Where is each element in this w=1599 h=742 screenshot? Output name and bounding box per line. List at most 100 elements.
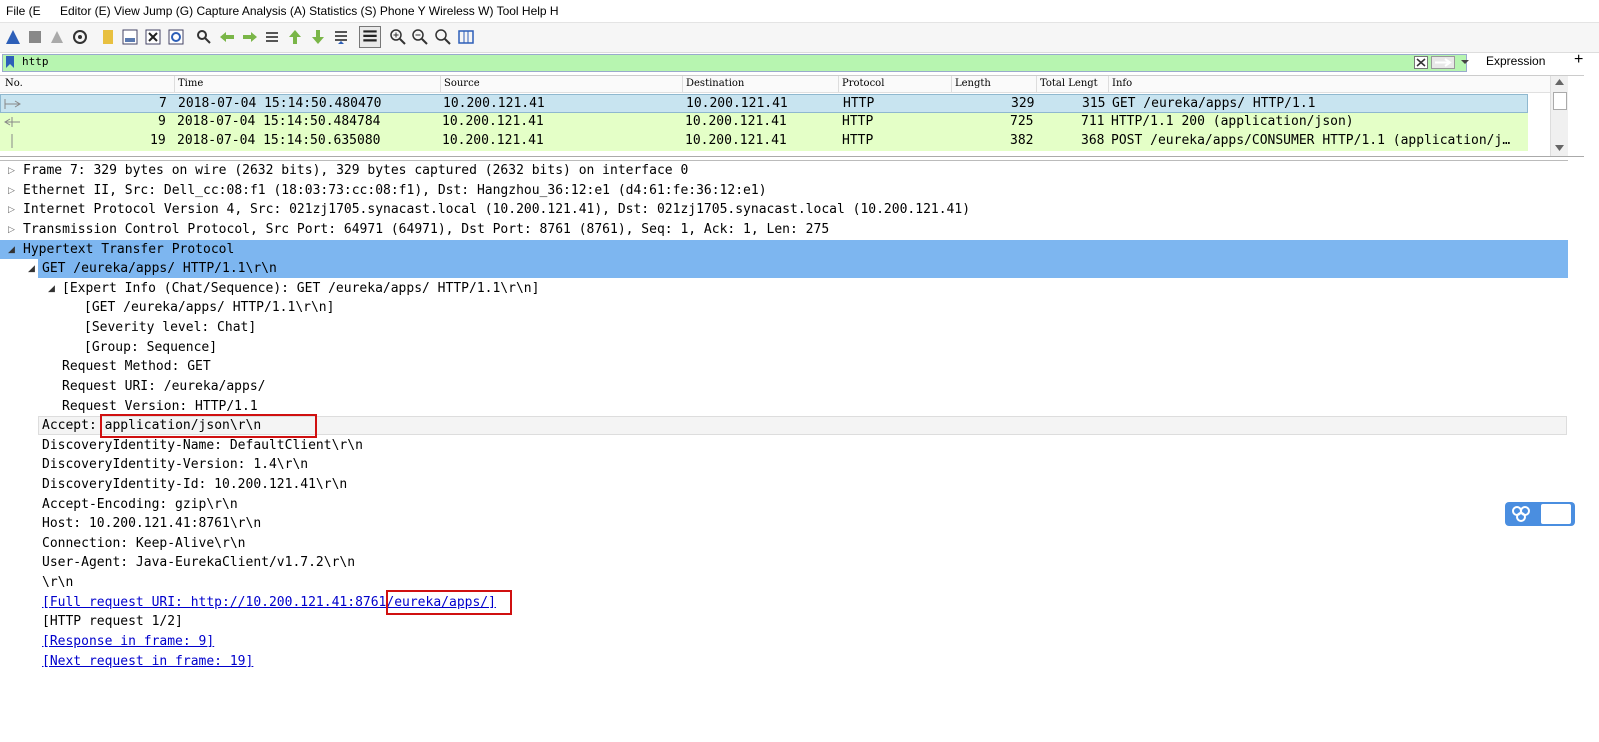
expression-button[interactable]: Expression bbox=[1486, 54, 1545, 68]
cell-source: 10.200.121.41 bbox=[443, 96, 545, 111]
autoscroll-icon[interactable] bbox=[332, 28, 350, 46]
save-icon[interactable] bbox=[121, 28, 139, 46]
go-to-packet-icon[interactable] bbox=[263, 28, 281, 46]
col-sep bbox=[951, 76, 952, 92]
cell-length: 725 bbox=[1010, 114, 1034, 129]
col-source[interactable]: Source bbox=[444, 78, 480, 89]
conversation-line-icon bbox=[11, 134, 13, 148]
col-info[interactable]: Info bbox=[1112, 78, 1132, 89]
add-filter-button[interactable]: + bbox=[1574, 51, 1583, 69]
collapse-arrow-icon[interactable]: ◢ bbox=[48, 279, 55, 298]
stop-icon[interactable] bbox=[26, 28, 44, 46]
col-length[interactable]: Length bbox=[955, 78, 991, 89]
reload-icon[interactable] bbox=[167, 28, 185, 46]
full-uri-prefix: [Full request URI: http://10.200.121.41:… bbox=[42, 595, 387, 610]
cell-time: 2018-07-04 15:14:50.484784 bbox=[177, 114, 381, 129]
cell-protocol: HTTP bbox=[843, 96, 875, 111]
col-time[interactable]: Time bbox=[178, 78, 203, 89]
resize-columns-icon[interactable] bbox=[457, 28, 475, 46]
tree-host[interactable]: Host: 10.200.121.41:8761\r\n bbox=[42, 514, 261, 533]
cell-destination: 10.200.121.41 bbox=[685, 133, 787, 148]
find-icon[interactable] bbox=[195, 28, 213, 46]
cell-no: 7 bbox=[159, 96, 167, 111]
filter-dropdown-icon[interactable] bbox=[1460, 58, 1470, 66]
zoom-out-icon[interactable] bbox=[411, 28, 429, 46]
tree-severity[interactable]: [Severity level: Chat] bbox=[84, 318, 256, 337]
tree-connection[interactable]: Connection: Keep-Alive\r\n bbox=[42, 534, 246, 553]
tree-request-method[interactable]: Request Method: GET bbox=[62, 357, 211, 376]
zoom-in-icon[interactable] bbox=[389, 28, 407, 46]
tree-response-link[interactable]: [Response in frame: 9] bbox=[42, 632, 214, 651]
tree-discovery-id[interactable]: DiscoveryIdentity-Id: 10.200.121.41\r\n bbox=[42, 475, 347, 494]
first-packet-icon[interactable] bbox=[286, 28, 304, 46]
scroll-down-icon[interactable] bbox=[1555, 145, 1564, 151]
cell-info: GET /eureka/apps/ HTTP/1.1 bbox=[1112, 96, 1316, 111]
packet-list-scrollbar[interactable] bbox=[1550, 76, 1568, 156]
forward-icon[interactable] bbox=[241, 28, 259, 46]
tree-expert-get[interactable]: [GET /eureka/apps/ HTTP/1.1\r\n] bbox=[84, 298, 334, 317]
menu-file[interactable]: File (E bbox=[6, 4, 41, 18]
widget-panel bbox=[1541, 504, 1571, 524]
cell-length: 382 bbox=[1010, 133, 1034, 148]
tree-group[interactable]: [Group: Sequence] bbox=[84, 338, 217, 357]
collapse-arrow-icon[interactable]: ◢ bbox=[8, 240, 15, 259]
menu-edit[interactable]: Editor (E) bbox=[60, 4, 111, 18]
colorize-icon[interactable] bbox=[359, 26, 381, 48]
scroll-thumb[interactable] bbox=[1553, 92, 1567, 110]
packet-row-selected[interactable]: 7 2018-07-04 15:14:50.480470 10.200.121.… bbox=[0, 94, 1528, 113]
col-protocol[interactable]: Protocol bbox=[842, 78, 884, 89]
col-destination[interactable]: Destination bbox=[686, 78, 744, 89]
packet-row[interactable]: 9 2018-07-04 15:14:50.484784 10.200.121.… bbox=[0, 113, 1528, 132]
tree-crlf[interactable]: \r\n bbox=[42, 573, 73, 592]
cell-total: 368 bbox=[1081, 133, 1105, 148]
display-filter-input[interactable] bbox=[2, 54, 1467, 72]
scroll-up-icon[interactable] bbox=[1555, 79, 1564, 85]
cell-total: 711 bbox=[1081, 114, 1105, 129]
tree-ethernet[interactable]: Ethernet II, Src: Dell_cc:08:f1 (18:03:7… bbox=[23, 181, 767, 200]
tree-frame[interactable]: Frame 7: 329 bytes on wire (2632 bits), … bbox=[23, 161, 688, 180]
tree-discovery-name[interactable]: DiscoveryIdentity-Name: DefaultClient\r\… bbox=[42, 436, 363, 455]
back-icon[interactable] bbox=[218, 28, 236, 46]
tree-request-uri[interactable]: Request URI: /eureka/apps/ bbox=[62, 377, 266, 396]
open-folder-icon[interactable] bbox=[99, 28, 117, 46]
tree-get-line[interactable]: GET /eureka/apps/ HTTP/1.1\r\n bbox=[42, 259, 277, 278]
clear-filter-icon[interactable] bbox=[1414, 56, 1428, 69]
tree-expert-info[interactable]: [Expert Info (Chat/Sequence): GET /eurek… bbox=[62, 279, 539, 298]
close-file-icon[interactable] bbox=[144, 28, 162, 46]
expand-arrow-icon[interactable]: ▷ bbox=[8, 220, 15, 239]
cell-total: 315 bbox=[1082, 96, 1106, 111]
cell-info: HTTP/1.1 200 (application/json) bbox=[1111, 114, 1354, 129]
bookmark-icon[interactable] bbox=[5, 55, 15, 69]
col-sep bbox=[1108, 76, 1109, 92]
cell-no: 9 bbox=[158, 114, 166, 129]
col-total-length[interactable]: Total Lengt bbox=[1040, 78, 1098, 89]
cell-source: 10.200.121.41 bbox=[442, 133, 544, 148]
menu-rest[interactable]: View Jump (G) Capture Analysis (A) Stati… bbox=[114, 4, 559, 18]
normal-size-icon[interactable] bbox=[434, 28, 452, 46]
restart-icon[interactable] bbox=[48, 28, 66, 46]
shark-fin-start-icon[interactable] bbox=[4, 28, 22, 46]
last-packet-icon[interactable] bbox=[309, 28, 327, 46]
col-no[interactable]: No. bbox=[5, 78, 23, 89]
highlight-accept-value bbox=[100, 414, 317, 438]
apply-filter-icon[interactable] bbox=[1431, 56, 1455, 69]
tree-user-agent[interactable]: User-Agent: Java-EurekaClient/v1.7.2\r\n bbox=[42, 553, 355, 572]
tree-http-request[interactable]: [HTTP request 1/2] bbox=[42, 612, 183, 631]
tree-next-request-link[interactable]: [Next request in frame: 19] bbox=[42, 652, 253, 671]
expand-arrow-icon[interactable]: ▷ bbox=[8, 181, 15, 200]
options-gear-icon[interactable] bbox=[71, 28, 89, 46]
accept-label: Accept: bbox=[42, 418, 105, 433]
tree-ip[interactable]: Internet Protocol Version 4, Src: 021zj1… bbox=[23, 200, 970, 219]
tree-discovery-version[interactable]: DiscoveryIdentity-Version: 1.4\r\n bbox=[42, 455, 308, 474]
tree-accept-encoding[interactable]: Accept-Encoding: gzip\r\n bbox=[42, 495, 238, 514]
cell-destination: 10.200.121.41 bbox=[686, 96, 788, 111]
expand-arrow-icon[interactable]: ▷ bbox=[8, 200, 15, 219]
tree-tcp[interactable]: Transmission Control Protocol, Src Port:… bbox=[23, 220, 829, 239]
collapse-arrow-icon[interactable]: ◢ bbox=[28, 259, 35, 278]
cell-time: 2018-07-04 15:14:50.480470 bbox=[178, 96, 382, 111]
expand-arrow-icon[interactable]: ▷ bbox=[8, 161, 15, 180]
tree-http[interactable]: Hypertext Transfer Protocol bbox=[23, 240, 234, 259]
floating-widget[interactable] bbox=[1505, 502, 1575, 526]
highlight-uri-path bbox=[386, 590, 512, 615]
packet-row[interactable]: 19 2018-07-04 15:14:50.635080 10.200.121… bbox=[0, 132, 1528, 151]
